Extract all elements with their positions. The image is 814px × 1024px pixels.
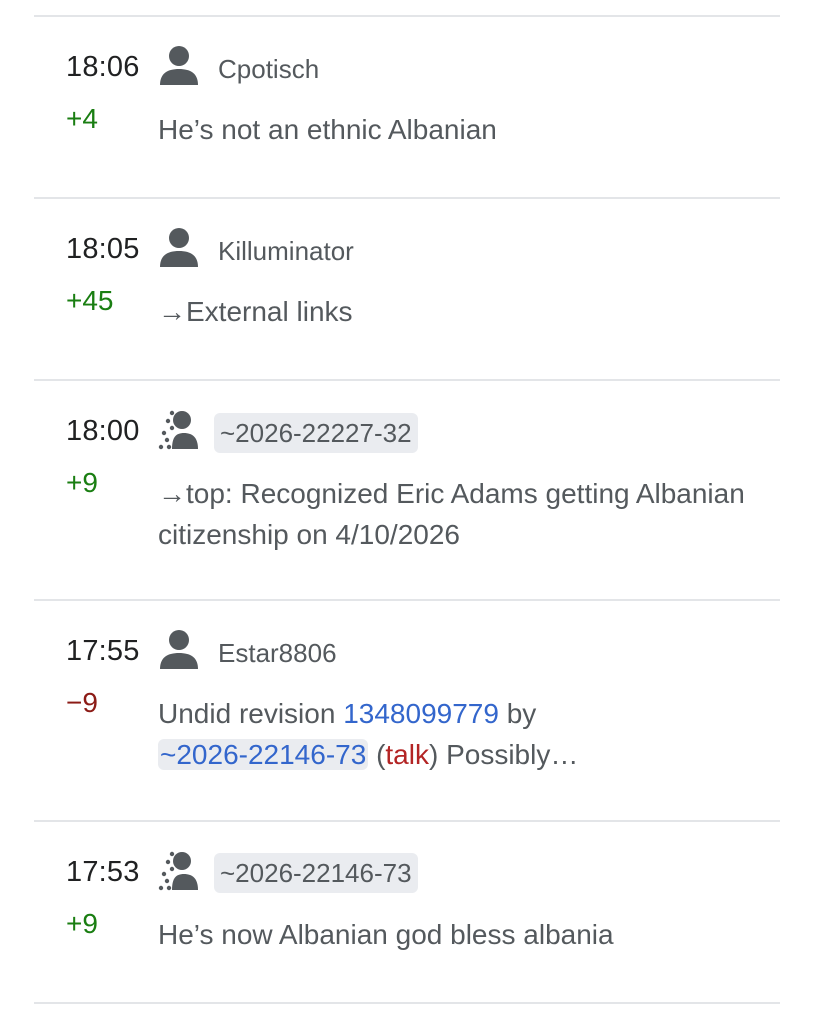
entry-time: 18:00 <box>66 415 140 447</box>
summary-text: ( <box>368 739 386 770</box>
entry-time: 17:55 <box>66 635 140 667</box>
temporary-user-link[interactable]: ~2026-22146-73 <box>158 739 369 770</box>
user-icon <box>160 630 198 669</box>
edit-summary: He’s now Albanian god bless albania <box>158 919 614 950</box>
byte-diff: +4 <box>66 103 98 134</box>
edit-summary: →top: Recognized Eric Adams getting Alba… <box>158 478 745 550</box>
edit-summary: He’s not an ethnic Albanian <box>158 114 497 145</box>
byte-diff: +9 <box>66 908 98 939</box>
user-link[interactable]: Killuminator <box>218 236 354 267</box>
change-entry[interactable]: 18:06 Cpotisch +4 He’s not an ethnic Alb… <box>0 17 814 198</box>
entry-time: 18:06 <box>66 51 140 83</box>
temporary-user-icon <box>158 851 198 891</box>
byte-diff: +45 <box>66 285 114 316</box>
edit-summary: Undid revision 1348099779 by ~2026-22146-… <box>158 693 758 775</box>
divider <box>34 1002 780 1004</box>
talk-link[interactable]: talk <box>385 739 429 770</box>
recent-changes-list: 18:06 Cpotisch +4 He’s not an ethnic Alb… <box>0 0 814 1024</box>
temporary-user-link[interactable]: ~2026-22227-32 <box>214 413 418 453</box>
user-icon <box>160 46 198 85</box>
temporary-user-link[interactable]: ~2026-22146-73 <box>214 853 418 893</box>
truncated-text-fragment: ·· ··· · ·· · · <box>158 785 578 789</box>
change-entry[interactable]: 18:05 Killuminator +45 →External links <box>0 199 814 380</box>
change-entry[interactable]: 18:00 ~2026-22227-32 +9 →top: Recognized… <box>0 381 814 600</box>
summary-text: ) Possibly… <box>428 739 579 770</box>
byte-diff: +9 <box>66 467 98 498</box>
user-link[interactable]: Estar8806 <box>218 638 337 669</box>
edit-summary: →External links <box>158 296 353 327</box>
edit-summary-clip: Undid revision 1348099779 by ~2026-22146-… <box>150 693 790 785</box>
summary-text: by <box>498 698 537 729</box>
temporary-user-icon <box>158 410 198 450</box>
user-icon <box>160 228 198 267</box>
byte-diff: −9 <box>66 687 98 718</box>
entry-time: 18:05 <box>66 233 140 265</box>
revision-link[interactable]: 1348099779 <box>343 698 499 729</box>
entry-time: 17:53 <box>66 856 140 888</box>
change-entry[interactable]: 17:55 Estar8806 −9 Undid revision 134809… <box>0 601 814 820</box>
change-entry[interactable]: 17:53 ~2026-22146-73 +9 He’s now Albania… <box>0 822 814 1003</box>
user-link[interactable]: Cpotisch <box>218 54 319 85</box>
summary-text: Undid revision <box>158 698 344 729</box>
